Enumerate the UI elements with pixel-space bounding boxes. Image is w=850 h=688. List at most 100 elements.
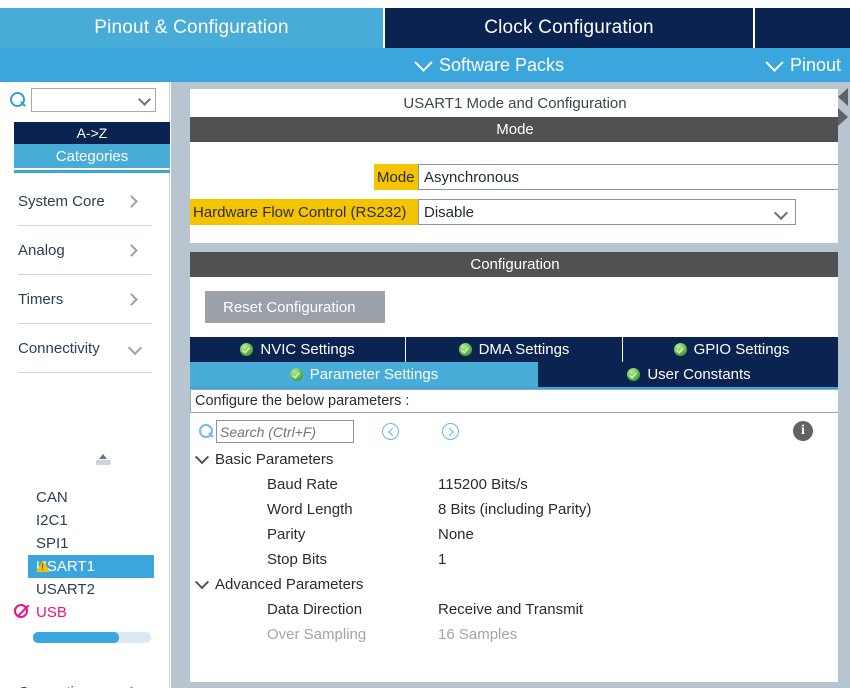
mode-field-row: Mode Asynchronous bbox=[374, 164, 850, 190]
parameter-value: 8 Bits (including Parity) bbox=[438, 501, 592, 518]
sidebar-category-system-core[interactable]: System Core bbox=[18, 177, 152, 226]
tab-dma-settings[interactable]: DMA Settings bbox=[406, 337, 623, 362]
parameter-name: Baud Rate bbox=[267, 476, 338, 493]
parameter-search-input[interactable] bbox=[216, 420, 354, 443]
parameter-row[interactable]: Over Sampling 16 Samples bbox=[190, 622, 840, 647]
parameter-group-basic-parameters[interactable]: Basic Parameters bbox=[190, 447, 840, 472]
peripheral-label: I2C1 bbox=[36, 512, 68, 529]
sidebar-peripheral-can[interactable]: CAN bbox=[0, 486, 170, 509]
sidebar-category-analog[interactable]: Analog bbox=[18, 226, 152, 275]
left-sidebar: A->Z Categories System Core Analog Timers C… bbox=[0, 82, 170, 688]
sort-az-button[interactable]: A->Z bbox=[14, 122, 170, 144]
chevron-right-icon bbox=[125, 292, 138, 306]
parameter-row[interactable]: Baud Rate 115200 Bits/s bbox=[190, 472, 840, 497]
sidebar-peripheral-usart2[interactable]: USART2 bbox=[0, 578, 170, 601]
arrow-left-icon[interactable] bbox=[838, 88, 848, 106]
parameter-row[interactable]: Word Length 8 Bits (including Parity) bbox=[190, 497, 840, 522]
page-title: USART1 Mode and Configuration bbox=[190, 89, 840, 117]
group-label: Advanced Parameters bbox=[215, 576, 364, 593]
warning-icon bbox=[36, 560, 50, 572]
sidebar-peripheral-usb[interactable]: USB bbox=[0, 601, 170, 624]
secondary-toolbar: Software Packs Pinout bbox=[0, 48, 850, 82]
sidebar-category-computing[interactable]: Computing bbox=[18, 668, 152, 688]
sidebar-peripheral-usart1[interactable]: USART1 bbox=[28, 555, 154, 578]
horizontal-scrollbar[interactable] bbox=[33, 632, 151, 643]
sidebar-search-combo[interactable] bbox=[31, 88, 156, 112]
check-circle-icon bbox=[673, 343, 687, 356]
parameter-name: Word Length bbox=[267, 501, 353, 518]
tab-label: Parameter Settings bbox=[309, 366, 439, 383]
field-value: Disable bbox=[424, 203, 475, 221]
chevron-down-icon bbox=[194, 449, 210, 464]
config-tabs-row-1: NVIC Settings DMA Settings GPIO Settings bbox=[190, 337, 840, 362]
tab-label: GPIO Settings bbox=[693, 341, 790, 358]
chevron-down-icon bbox=[127, 340, 143, 356]
reset-configuration-button[interactable]: Reset Configuration bbox=[205, 291, 385, 323]
sidebar-category-timers[interactable]: Timers bbox=[18, 275, 152, 324]
mode-section-header: Mode bbox=[190, 117, 840, 142]
next-match-button[interactable] bbox=[442, 423, 459, 440]
peripheral-label: USB bbox=[36, 604, 67, 621]
top-tab-empty[interactable] bbox=[753, 8, 850, 48]
search-icon bbox=[10, 91, 27, 109]
mode-body: Mode Asynchronous Hardware Flow Control (R… bbox=[190, 142, 850, 243]
handle-bar bbox=[96, 460, 111, 465]
tab-gpio-settings[interactable]: GPIO Settings bbox=[623, 337, 840, 362]
tab-parameter-settings[interactable]: Parameter Settings bbox=[190, 362, 538, 387]
top-tab-pinout-configuration[interactable]: Pinout & Configuration bbox=[0, 8, 383, 48]
parameter-tree: Basic Parameters Baud Rate 115200 Bits/s Wo… bbox=[190, 447, 840, 647]
category-label: Connectivity bbox=[18, 339, 100, 357]
chevron-right-icon bbox=[444, 427, 454, 436]
configuration-card: Configuration Reset Configuration NVIC S… bbox=[190, 252, 840, 682]
field-select[interactable]: Disable bbox=[418, 199, 796, 225]
scrollbar-thumb[interactable] bbox=[33, 632, 119, 643]
sidebar-category-connectivity[interactable]: Connectivity bbox=[18, 324, 152, 373]
arrow-right-icon[interactable] bbox=[838, 108, 848, 126]
field-select[interactable]: Asynchronous bbox=[418, 164, 850, 190]
category-label: Analog bbox=[18, 241, 65, 259]
sidebar-peripheral-i2c1[interactable]: I2C1 bbox=[0, 509, 170, 532]
mode-card: USART1 Mode and Configuration Mode Mode A… bbox=[190, 89, 850, 243]
configuration-body: Reset Configuration NVIC Settings DMA Set… bbox=[190, 277, 840, 681]
scroll-up-handle[interactable] bbox=[96, 454, 111, 466]
configuration-section-header: Configuration bbox=[190, 252, 840, 277]
previous-match-button[interactable] bbox=[382, 423, 399, 440]
parameter-row[interactable]: Data Direction Receive and Transmit bbox=[190, 597, 840, 622]
top-tab-clock-configuration[interactable]: Clock Configuration bbox=[383, 8, 753, 48]
tab-nvic-settings[interactable]: NVIC Settings bbox=[190, 337, 406, 362]
software-packs-menu[interactable]: Software Packs bbox=[414, 52, 564, 76]
parameter-value: 1 bbox=[438, 551, 447, 568]
peripheral-label: SPI1 bbox=[36, 535, 69, 552]
parameter-row[interactable]: Stop Bits 1 bbox=[190, 547, 840, 572]
chevron-down-icon bbox=[138, 93, 151, 106]
panel-collapse-arrows[interactable] bbox=[838, 88, 850, 128]
top-tab-bar: Pinout & Configuration Clock Configuratio… bbox=[0, 8, 850, 48]
chevron-right-icon bbox=[125, 243, 138, 257]
sidebar-peripheral-spi1[interactable]: SPI1 bbox=[0, 532, 170, 555]
chevron-down-icon bbox=[194, 574, 210, 589]
tab-label: DMA Settings bbox=[478, 341, 570, 358]
main-panel: USART1 Mode and Configuration Mode Mode A… bbox=[171, 82, 850, 688]
parameter-search-row: i bbox=[190, 415, 840, 449]
peripheral-list: CAN I2C1 SPI1 USART1 USART2 USB bbox=[0, 486, 170, 624]
parameter-value: 115200 Bits/s bbox=[438, 476, 528, 493]
tab-user-constants[interactable]: User Constants bbox=[538, 362, 840, 387]
mode-field-row: Hardware Flow Control (RS232) Disable bbox=[190, 199, 796, 225]
field-label: Mode bbox=[374, 164, 418, 190]
right-edge-strip bbox=[838, 82, 850, 688]
peripheral-label: CAN bbox=[36, 489, 68, 506]
category-label: System Core bbox=[18, 192, 105, 210]
parameter-row[interactable]: Parity None bbox=[190, 522, 840, 547]
parameter-name: Over Sampling bbox=[267, 626, 367, 643]
pinout-menu[interactable]: Pinout bbox=[765, 52, 842, 76]
chevron-down-icon bbox=[765, 52, 784, 72]
info-icon[interactable]: i bbox=[793, 421, 813, 441]
chevron-right-icon bbox=[125, 194, 138, 208]
parameter-value: Receive and Transmit bbox=[438, 601, 584, 618]
peripheral-label: USART2 bbox=[36, 581, 95, 598]
sidebar-search-row bbox=[10, 88, 156, 112]
category-list: System Core Analog Timers Connectivity bbox=[0, 177, 170, 373]
parameter-group-advanced-parameters[interactable]: Advanced Parameters bbox=[190, 572, 840, 597]
categories-button[interactable]: Categories bbox=[14, 144, 170, 168]
pinout-label: Pinout bbox=[790, 54, 842, 75]
